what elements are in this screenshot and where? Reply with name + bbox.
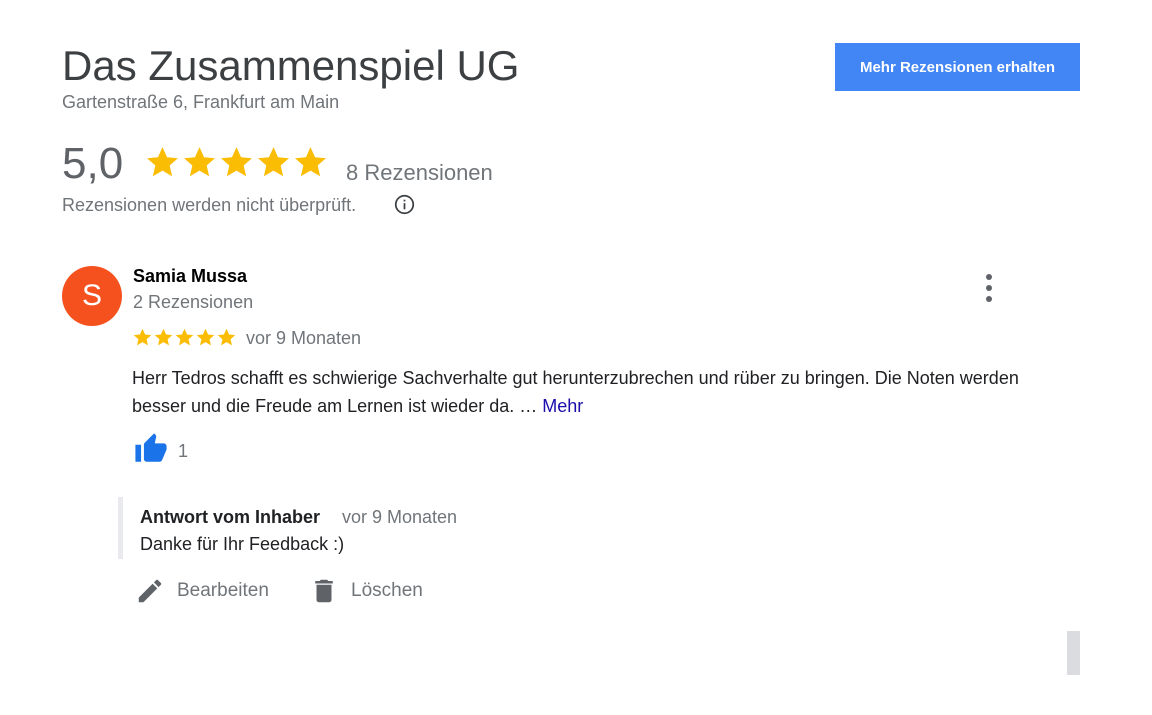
delete-icon [315,579,333,603]
avatar[interactable]: S [62,266,122,326]
edit-button[interactable]: Bearbeiten [135,576,269,606]
star-icon [196,328,215,346]
star-icon [295,147,326,177]
review-count: 8 Rezensionen [346,160,493,185]
star-icon [184,147,215,177]
star-icon [147,147,178,177]
owner-reply-text: Danke für Ihr Feedback :) [140,534,345,554]
business-name: Das Zusammenspiel UG [62,42,520,89]
reviewer-name[interactable]: Samia Mussa [133,266,247,287]
owner-reply-time: vor 9 Monaten [342,507,458,527]
owner-reply-label: Antwort vom Inhaber [140,507,321,527]
edit-icon [138,579,162,603]
star-icon [217,328,236,346]
unverified-notice: Rezensionen werden nicht überprüft. [62,195,357,215]
reply-divider [118,497,123,559]
info-icon[interactable] [394,194,415,215]
star-icon [133,328,152,346]
business-address: Gartenstraße 6, Frankfurt am Main [62,92,340,112]
edit-label: Bearbeiten [177,580,269,601]
scrollbar-thumb[interactable] [1067,631,1080,675]
more-link[interactable]: Mehr [542,396,583,416]
review-stars [132,327,237,348]
review-time: vor 9 Monaten [246,328,362,348]
star-icon [175,328,194,346]
like-count: 1 [178,441,189,461]
delete-button[interactable]: Löschen [309,576,423,606]
get-more-reviews-button[interactable]: Mehr Rezensionen erhalten [835,43,1080,91]
average-rating: 5,0 [62,139,124,188]
thumb-up-icon[interactable] [133,432,169,466]
more-vert-icon[interactable] [978,274,1000,302]
review-text: Herr Tedros schafft es schwierige Sachve… [132,364,1052,420]
star-icon [221,147,252,177]
delete-label: Löschen [351,580,423,601]
reviewer-review-count: 2 Rezensionen [133,292,254,312]
rating-stars [144,144,330,184]
star-icon [154,328,173,346]
star-icon [258,147,289,177]
